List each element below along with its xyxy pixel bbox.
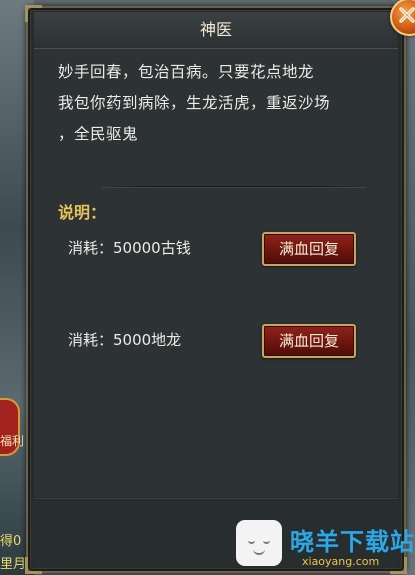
watermark-text: 晓羊下载站 <box>290 528 415 556</box>
doctor-dialog: 神医 妙手回春，包治百病。只要花点地龙 我包你药到病除，生龙活虎，重返沙场 ，全… <box>25 0 415 574</box>
cost-label-dilong: 消耗：5000地龙 <box>68 331 182 349</box>
full-heal-dilong-button[interactable]: 满血回复 <box>262 324 356 358</box>
dialog-content: 妙手回春，包治百病。只要花点地龙 我包你药到病除，生龙活虎，重返沙场 ，全民驱鬼… <box>34 49 398 497</box>
game-scene: 福利 得0 里月 神医 妙手回春，包治百病。只要花点地龙 我包你药到病除，生龙活… <box>0 0 415 575</box>
watermark: 晓羊下载站 xiaoyang.com <box>236 520 414 575</box>
side-text-1: 得0 <box>0 534 22 549</box>
cost-label-coins: 消耗：50000古钱 <box>68 239 191 257</box>
full-heal-coins-button[interactable]: 满血回复 <box>262 232 356 266</box>
description-line: ，全民驱鬼 <box>58 125 139 143</box>
welfare-badge-label: 福利 <box>0 434 25 448</box>
close-x-icon <box>399 7 415 23</box>
section-label: 说明： <box>58 203 107 222</box>
watermark-url: xiaoyang.com <box>302 555 380 568</box>
dialog-titlebar: 神医 <box>34 12 398 49</box>
description-text: 妙手回春，包治百病。只要花点地龙 我包你药到病除，生龙活虎，重返沙场 ，全民驱鬼 <box>58 57 384 150</box>
smiley-logo-icon <box>236 520 282 566</box>
description-line: 我包你药到病除，生龙活虎，重返沙场 <box>58 94 331 112</box>
side-text-2: 里月 <box>0 557 27 572</box>
dialog-title: 神医 <box>199 20 232 39</box>
divider <box>102 186 366 187</box>
description-line: 妙手回春，包治百病。只要花点地龙 <box>58 63 315 81</box>
